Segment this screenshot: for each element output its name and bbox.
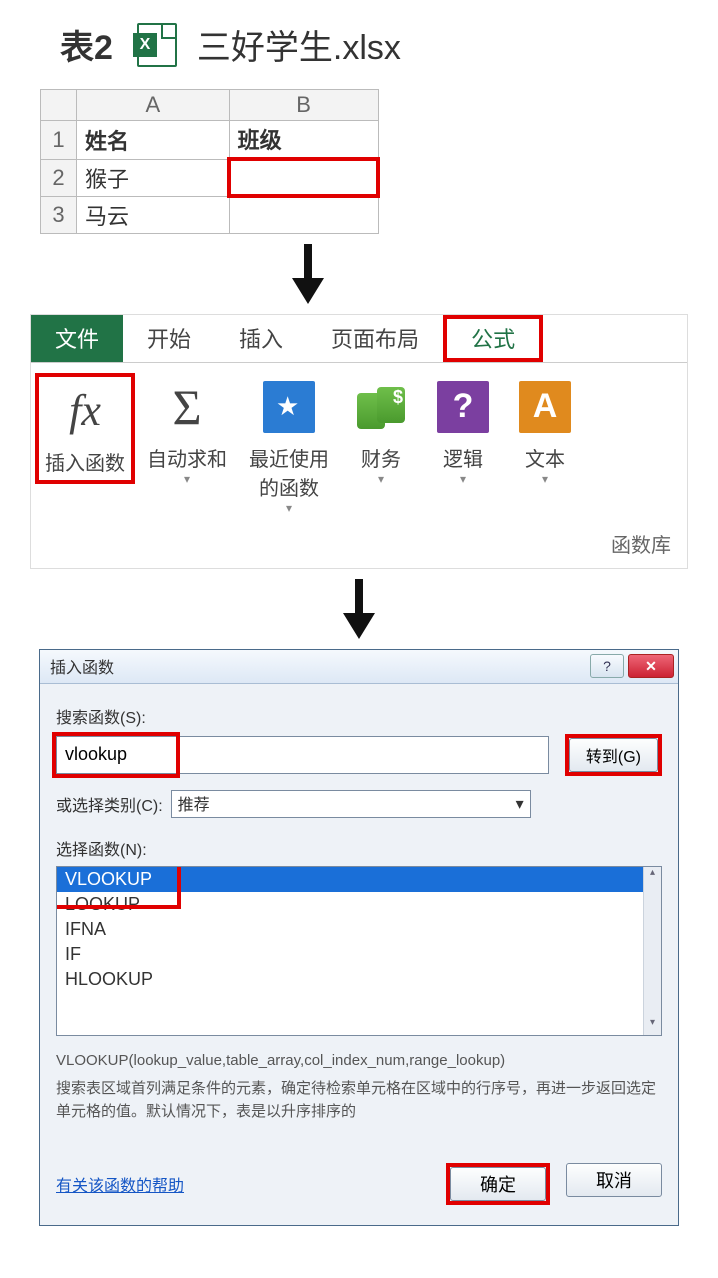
tab-home[interactable]: 开始 <box>123 315 215 362</box>
cell-b1[interactable]: 班级 <box>229 121 378 160</box>
corner-cell[interactable] <box>41 90 77 121</box>
tab-formula[interactable]: 公式 <box>443 315 543 362</box>
dropdown-icon: ▾ <box>184 472 190 486</box>
insert-function-button[interactable]: fx 插入函数 <box>35 373 135 484</box>
function-syntax: VLOOKUP(lookup_value,table_array,col_ind… <box>56 1050 662 1073</box>
dialog-title-text: 插入函数 <box>50 654 114 678</box>
col-header-b[interactable]: B <box>229 90 378 121</box>
cell-a3[interactable]: 马云 <box>77 196 230 233</box>
file-name: 三好学生.xlsx <box>197 20 401 69</box>
logic-label: 逻辑 <box>443 443 483 472</box>
ribbon: 文件 开始 插入 页面布局 公式 fx 插入函数 Σ 自动求和 ▾ 最近使用的函… <box>30 314 688 569</box>
dropdown-icon: ▾ <box>286 501 292 515</box>
text-label: 文本 <box>525 443 565 472</box>
cancel-button[interactable]: 取消 <box>566 1163 662 1197</box>
list-item[interactable]: VLOOKUP <box>57 867 661 892</box>
scrollbar[interactable]: ▴ ▾ <box>643 867 661 1035</box>
tab-insert[interactable]: 插入 <box>215 315 307 362</box>
cell-b2-highlighted[interactable] <box>229 159 378 196</box>
row-header-1[interactable]: 1 <box>41 121 77 160</box>
function-listbox[interactable]: VLOOKUP LOOKUP IFNA IF HLOOKUP ▴ ▾ <box>56 866 662 1036</box>
dropdown-icon: ▾ <box>378 472 384 486</box>
search-input[interactable] <box>56 736 549 774</box>
money-icon <box>355 381 407 433</box>
autosum-label: 自动求和 <box>147 443 227 472</box>
excel-file-icon: X <box>133 23 177 67</box>
search-label: 搜索函数(S): <box>56 704 662 728</box>
recent-functions-button[interactable]: 最近使用的函数 ▾ <box>239 373 339 519</box>
category-label: 或选择类别(C): <box>56 792 163 816</box>
highlight-box: 转到(G) <box>565 734 662 776</box>
fx-icon: fx <box>69 385 101 436</box>
ribbon-tabs: 文件 开始 插入 页面布局 公式 <box>31 315 687 363</box>
insert-function-label: 插入函数 <box>45 447 125 476</box>
ribbon-body: fx 插入函数 Σ 自动求和 ▾ 最近使用的函数 ▾ 财务 ▾ ? 逻辑 ▾ <box>31 363 687 523</box>
sigma-icon: Σ <box>172 378 201 436</box>
excel-x-glyph: X <box>133 33 157 57</box>
dropdown-icon: ▾ <box>460 472 466 486</box>
down-arrow-icon <box>30 579 688 639</box>
cell-a1[interactable]: 姓名 <box>77 121 230 160</box>
function-desc-text: 搜索表区域首列满足条件的元素，确定待检索单元格在区域中的行序号，再进一步返回选定… <box>56 1078 662 1123</box>
finance-label: 财务 <box>361 443 401 472</box>
star-icon <box>263 381 315 433</box>
question-icon: ? <box>437 381 489 433</box>
dialog-body: 搜索函数(S): 转到(G) 或选择类别(C): 推荐 选择函数(N): VLO… <box>40 684 678 1226</box>
ribbon-group-label: 函数库 <box>31 523 687 568</box>
help-link[interactable]: 有关该函数的帮助 <box>56 1172 184 1196</box>
spreadsheet-preview: A B 1 姓名 班级 2 猴子 3 马云 <box>40 89 380 234</box>
dialog-titlebar[interactable]: 插入函数 ? ✕ <box>40 650 678 684</box>
letter-a-icon: A <box>519 381 571 433</box>
go-button[interactable]: 转到(G) <box>569 738 658 772</box>
cell-a2[interactable]: 猴子 <box>77 159 230 196</box>
tab-page-layout[interactable]: 页面布局 <box>307 315 443 362</box>
list-item[interactable]: HLOOKUP <box>57 967 661 992</box>
dropdown-icon: ▾ <box>542 472 548 486</box>
text-button[interactable]: A 文本 ▾ <box>505 373 585 490</box>
ok-button[interactable]: 确定 <box>450 1167 546 1201</box>
help-button[interactable]: ? <box>590 654 624 678</box>
col-header-a[interactable]: A <box>77 90 230 121</box>
row-header-2[interactable]: 2 <box>41 159 77 196</box>
tab-file[interactable]: 文件 <box>31 315 123 362</box>
select-function-label: 选择函数(N): <box>56 836 662 860</box>
cell-b3[interactable] <box>229 196 378 233</box>
close-button[interactable]: ✕ <box>628 654 674 678</box>
dialog-footer: 有关该函数的帮助 确定 取消 <box>56 1163 662 1211</box>
list-item[interactable]: IF <box>57 942 661 967</box>
function-description: VLOOKUP(lookup_value,table_array,col_ind… <box>56 1050 662 1124</box>
finance-button[interactable]: 财务 ▾ <box>341 373 421 490</box>
logic-button[interactable]: ? 逻辑 ▾ <box>423 373 503 490</box>
list-item[interactable]: LOOKUP <box>57 892 661 917</box>
insert-function-dialog: 插入函数 ? ✕ 搜索函数(S): 转到(G) 或选择类别(C): 推荐 <box>39 649 679 1227</box>
category-select[interactable]: 推荐 <box>171 790 531 818</box>
down-arrow-icon <box>290 244 688 304</box>
scroll-down-icon[interactable]: ▾ <box>644 1017 661 1035</box>
table-label: 表2 <box>60 20 113 69</box>
list-item[interactable]: IFNA <box>57 917 661 942</box>
autosum-button[interactable]: Σ 自动求和 ▾ <box>137 373 237 490</box>
highlight-box: 确定 <box>446 1163 550 1205</box>
recent-label: 最近使用的函数 <box>241 443 337 501</box>
scroll-up-icon[interactable]: ▴ <box>644 867 661 885</box>
row-header-3[interactable]: 3 <box>41 196 77 233</box>
header-row: 表2 X 三好学生.xlsx <box>60 20 688 69</box>
